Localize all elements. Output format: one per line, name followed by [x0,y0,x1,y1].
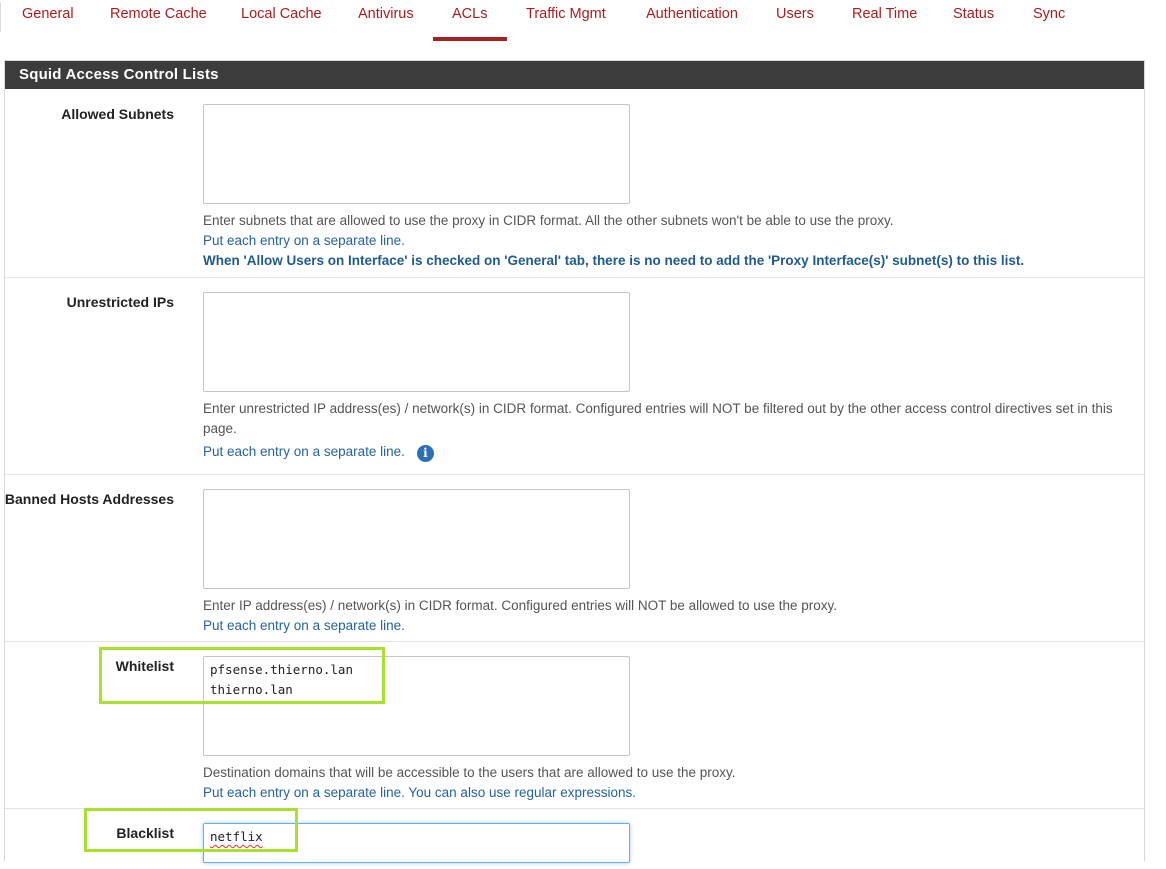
tab-authentication[interactable]: Authentication [646,6,738,26]
unrestricted-ips-help-line-wrap: Put each entry on a separate line. i [203,442,1128,462]
whitelist-help: Destination domains that will be accessi… [203,763,1128,803]
unrestricted-ips-help-line: Put each entry on a separate line. [203,444,405,459]
banned-hosts-textarea[interactable] [203,489,630,589]
banned-hosts-help-line: Put each entry on a separate line. [203,618,405,633]
banned-hosts-label: Banned Hosts Addresses [4,491,174,507]
tab-general[interactable]: General [22,6,74,26]
tab-local-cache[interactable]: Local Cache [241,6,322,26]
unrestricted-ips-help-text: Enter unrestricted IP address(es) / netw… [203,401,1113,436]
unrestricted-ips-textarea[interactable] [203,292,630,392]
tab-real-time[interactable]: Real Time [852,6,917,26]
allowed-subnets-help-text: Enter subnets that are allowed to use th… [203,213,894,228]
allowed-subnets-textarea[interactable] [203,104,630,204]
whitelist-highlight-box [99,647,385,704]
blacklist-highlight-box [84,808,298,852]
tab-remote-cache[interactable]: Remote Cache [110,6,207,26]
banned-hosts-help: Enter IP address(es) / network(s) in CID… [203,596,1128,636]
banned-hosts-row: Banned Hosts Addresses Enter IP address(… [5,474,1144,641]
tab-antivirus[interactable]: Antivirus [358,6,414,26]
whitelist-help-line: Put each entry on a separate line. You c… [203,785,637,800]
allowed-subnets-help-line: Put each entry on a separate line. [203,233,405,248]
tab-traffic-mgmt[interactable]: Traffic Mgmt [526,6,606,26]
tab-divider [0,2,1,32]
tab-sync[interactable]: Sync [1033,6,1065,26]
unrestricted-ips-label: Unrestricted IPs [66,294,174,310]
allowed-subnets-label: Allowed Subnets [61,106,174,122]
acl-panel: Squid Access Control Lists Allowed Subne… [4,60,1145,863]
panel-title: Squid Access Control Lists [5,61,1144,89]
allowed-subnets-help-note: When 'Allow Users on Interface' is check… [203,253,1025,268]
tab-status[interactable]: Status [953,6,994,26]
allowed-subnets-help: Enter subnets that are allowed to use th… [203,211,1128,271]
info-icon[interactable]: i [416,445,434,462]
tab-acls[interactable]: ACLs [432,6,509,41]
unrestricted-ips-row: Unrestricted IPs Enter unrestricted IP a… [5,277,1144,474]
allowed-subnets-row: Allowed Subnets Enter subnets that are a… [5,90,1144,276]
banned-hosts-help-text: Enter IP address(es) / network(s) in CID… [203,598,838,613]
tab-bar: General Remote Cache Local Cache Antivir… [0,0,1166,42]
tab-users[interactable]: Users [776,6,814,26]
unrestricted-ips-help: Enter unrestricted IP address(es) / netw… [203,399,1128,462]
whitelist-help-text: Destination domains that will be accessi… [203,765,736,780]
